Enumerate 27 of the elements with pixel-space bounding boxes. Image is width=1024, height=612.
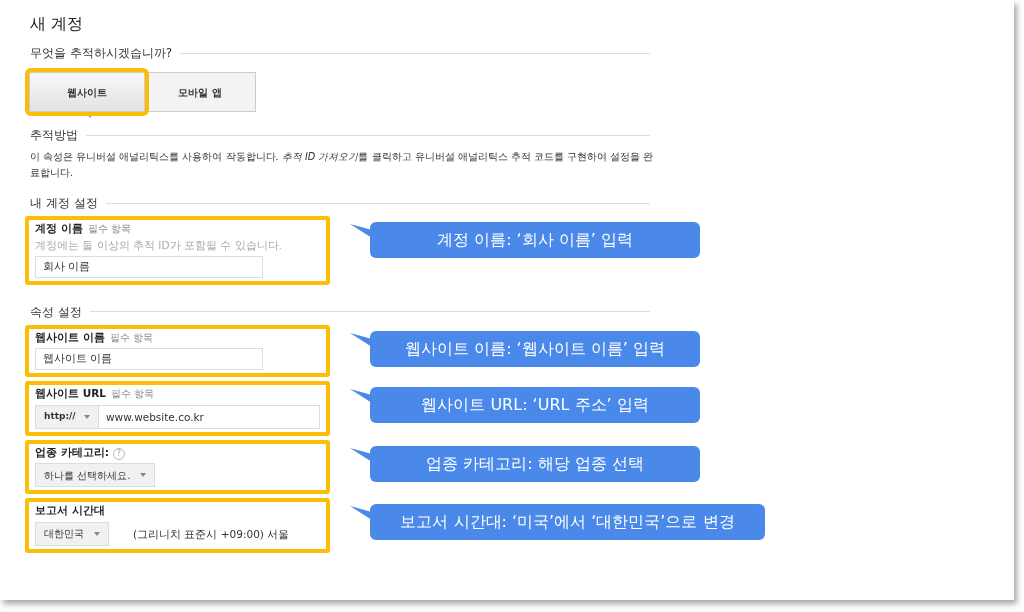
field-label: 보고서 시간대 bbox=[35, 504, 105, 517]
field-label: 웹사이트 이름 bbox=[35, 330, 105, 343]
required-label: 필수 항목 bbox=[110, 388, 155, 400]
hint-text: 계정에는 둘 이상의 추적 ID가 포함될 수 있습니다. bbox=[35, 237, 283, 253]
page-title: 새 계정 bbox=[30, 13, 85, 35]
section-heading: 추적방법 bbox=[30, 127, 78, 144]
required-label: 필수 항목 bbox=[109, 331, 153, 343]
section-heading: 내 계정 설정 bbox=[30, 195, 98, 213]
callout-tail-icon bbox=[350, 506, 372, 521]
callout-tail-icon bbox=[350, 389, 372, 404]
country-dropdown[interactable]: 대한민국 bbox=[35, 521, 109, 546]
text-field[interactable]: 회사 이름 bbox=[35, 255, 263, 278]
section-heading: 속성 설정 bbox=[30, 303, 82, 321]
description-text: 이 속성은 유니버설 애널리틱스를 사용하여 작동합니다. 추적 ID 가져오기를 클릭하고 유니버설 애널리틱스 추적 코드를 구현하여 설정을 완료합니다. bbox=[30, 150, 655, 180]
category-dropdown[interactable]: 하나를 선택하세요. bbox=[35, 463, 156, 488]
timezone-text: (그리니치 표준시 +09:00) 서울 bbox=[133, 526, 290, 542]
url-field[interactable]: www.website.co.kr bbox=[99, 404, 320, 429]
field-label: 업종 카테고리: bbox=[35, 445, 109, 458]
field-label: 계정 이름 bbox=[35, 222, 83, 235]
text-field[interactable]: 웹사이트 이름 bbox=[35, 348, 263, 371]
callout-tail-icon bbox=[350, 224, 372, 239]
protocol-dropdown[interactable]: http:// bbox=[35, 404, 99, 429]
field-label: 웹사이트 URL bbox=[35, 387, 106, 400]
callout-tail-icon bbox=[350, 447, 372, 462]
callout-tail-icon bbox=[350, 332, 372, 347]
section-heading: 무엇을 추적하시겠습니까? bbox=[30, 45, 173, 62]
required-label: 필수 항목 bbox=[87, 223, 131, 235]
